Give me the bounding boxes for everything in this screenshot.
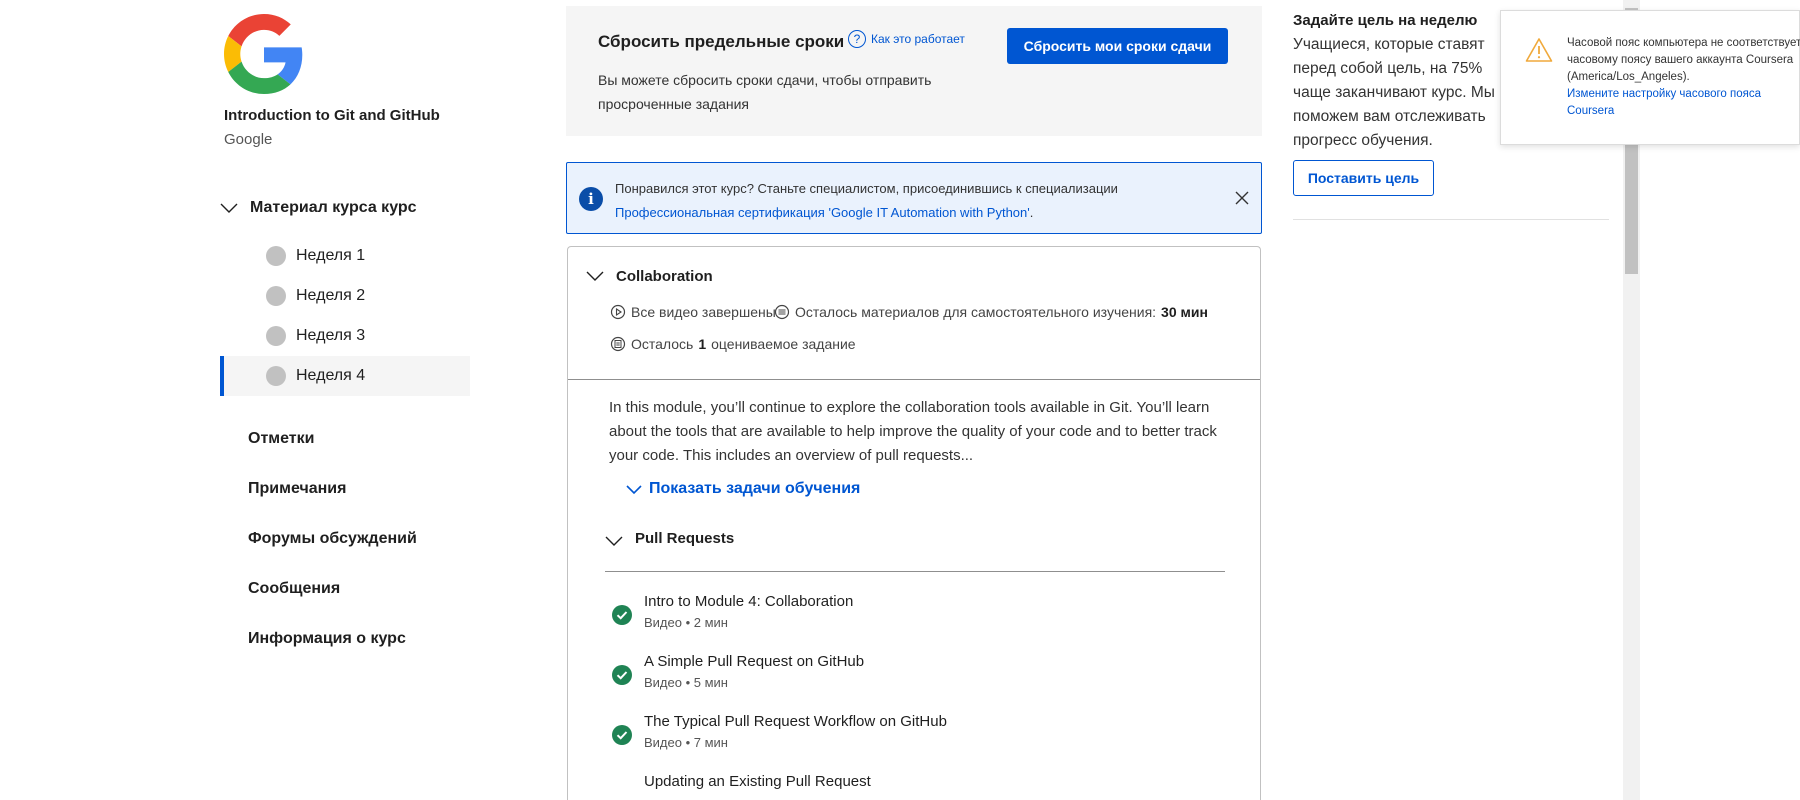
sidebar-item-messages[interactable]: Сообщения <box>248 577 417 627</box>
banner-text: Понравился этот курс? Станьте специалист… <box>615 177 1118 225</box>
toast-line-1: Часовой пояс компьютера не соответствует <box>1567 37 1800 49</box>
module-title: Collaboration <box>616 267 713 285</box>
play-circle-icon <box>610 304 626 320</box>
chevron-down-icon <box>626 485 642 495</box>
toast-line-3: (America/Los_Angeles). <box>1567 71 1690 83</box>
sidebar-item-week-1[interactable]: Неделя 1 <box>220 236 470 276</box>
module-header: Collaboration Все видео завершены Остало… <box>568 247 1260 380</box>
sidebar-item-notes[interactable]: Примечания <box>248 477 417 527</box>
check-circle-icon <box>612 725 632 745</box>
list-item[interactable]: A Simple Pull Request on GitHub Видео • … <box>612 653 1212 713</box>
banner-message: Понравился этот курс? Станьте специалист… <box>615 181 1118 196</box>
item-meta: Видео • 7 мин <box>644 735 728 750</box>
lesson-toggle-pull-requests[interactable]: Pull Requests <box>605 530 1225 572</box>
item-type: Видео <box>644 615 682 630</box>
list-item[interactable]: Updating an Existing Pull Request <box>612 773 1212 800</box>
weekly-goal-title: Задайте цель на неделю <box>1293 12 1478 29</box>
item-type: Видео <box>644 675 682 690</box>
weekly-goal-text: Учащиеся, которые ставят перед собой цел… <box>1293 36 1495 149</box>
course-material-label: Материал курса курс <box>250 199 417 216</box>
module-description: In this module, you’ll continue to explo… <box>609 399 1217 464</box>
item-name: The Typical Pull Request Workflow on Git… <box>644 713 947 730</box>
item-duration: 5 мин <box>693 675 728 690</box>
change-timezone-link-cont[interactable]: Coursera <box>1567 105 1614 117</box>
graded-status: Осталось 1 оцениваемое задание <box>610 336 856 352</box>
chevron-down-icon <box>605 536 623 546</box>
list-item[interactable]: Intro to Module 4: Collaboration Видео •… <box>612 593 1212 653</box>
chevron-down-icon <box>586 271 604 281</box>
sidebar-item-course-info[interactable]: Информация о курс <box>248 627 417 677</box>
progress-dot-icon <box>266 366 286 386</box>
check-circle-icon <box>612 665 632 685</box>
week-label: Неделя 1 <box>296 247 366 264</box>
reset-deadlines-description: Вы можете сбросить сроки сдачи, чтобы от… <box>598 72 932 112</box>
info-icon: i <box>579 187 603 211</box>
reset-deadlines-panel: Сбросить предельные сроки ? Как это рабо… <box>566 6 1262 136</box>
divider <box>1293 219 1609 220</box>
progress-dot-icon <box>266 286 286 306</box>
week-list: Неделя 1 Неделя 2 Неделя 3 Неделя 4 <box>220 236 470 396</box>
timezone-warning-toast: Часовой пояс компьютера не соответствует… <box>1500 10 1800 145</box>
item-name: Intro to Module 4: Collaboration <box>644 593 854 610</box>
item-duration: 2 мин <box>693 615 728 630</box>
module-card: Collaboration Все видео завершены Остало… <box>567 246 1261 800</box>
item-name: Updating an Existing Pull Request <box>644 773 871 790</box>
google-logo-icon[interactable] <box>224 14 304 94</box>
lesson-items: Intro to Module 4: Collaboration Видео •… <box>612 593 1212 800</box>
course-sidebar: Introduction to Git and GitHub Google Ма… <box>220 0 470 800</box>
specialization-banner: i Понравился этот курс? Станьте специали… <box>566 162 1262 234</box>
how-it-works-link[interactable]: ? Как это работает <box>848 30 965 48</box>
progress-dot-icon <box>266 326 286 346</box>
videos-status-label: Все видео завершены <box>631 304 776 320</box>
week-label: Неделя 4 <box>296 367 366 384</box>
item-type: Видео <box>644 735 682 750</box>
assignment-icon <box>610 336 626 352</box>
reading-status: Осталось материалов для самостоятельного… <box>774 304 1208 320</box>
sidebar-item-forums[interactable]: Форумы обсуждений <box>248 527 417 577</box>
reading-icon <box>774 304 790 320</box>
course-material-toggle[interactable]: Материал курса курс <box>220 196 417 220</box>
item-name: A Simple Pull Request on GitHub <box>644 653 865 670</box>
item-duration: 7 мин <box>693 735 728 750</box>
show-learning-objectives-label: Показать задачи обучения <box>649 480 861 497</box>
reading-status-value: 30 мин <box>1161 304 1208 320</box>
course-partner: Google <box>224 131 273 148</box>
show-learning-objectives-button[interactable]: Показать задачи обучения <box>626 480 860 498</box>
item-meta: Видео • 2 мин <box>644 615 728 630</box>
graded-status-prefix: Осталось <box>631 336 694 352</box>
module-toggle[interactable]: Collaboration <box>586 267 713 285</box>
course-title[interactable]: Introduction to Git and GitHub <box>224 107 440 124</box>
timezone-warning-text: Часовой пояс компьютера не соответствует… <box>1567 35 1800 120</box>
close-icon[interactable] <box>1233 189 1251 207</box>
progress-dot-icon <box>266 246 286 266</box>
graded-status-suffix: оцениваемое задание <box>711 336 856 352</box>
sidebar-item-week-2[interactable]: Неделя 2 <box>220 276 470 316</box>
sidebar-item-week-4[interactable]: Неделя 4 <box>220 356 470 396</box>
chevron-down-icon <box>220 203 238 213</box>
sidebar-nav: Отметки Примечания Форумы обсуждений Соо… <box>248 427 417 677</box>
list-item[interactable]: The Typical Pull Request Workflow on Git… <box>612 713 1212 773</box>
sidebar-item-grades[interactable]: Отметки <box>248 427 417 477</box>
set-goal-button[interactable]: Поставить цель <box>1293 160 1434 196</box>
item-meta: Видео • 5 мин <box>644 675 728 690</box>
specialization-link[interactable]: Профессиональная сертификация 'Google IT… <box>615 205 1030 220</box>
check-circle-icon <box>612 605 632 625</box>
sidebar-item-week-3[interactable]: Неделя 3 <box>220 316 470 356</box>
banner-link-suffix: . <box>1029 205 1034 220</box>
videos-status: Все видео завершены <box>610 304 776 320</box>
change-timezone-link[interactable]: Измените настройку часового пояса <box>1567 88 1761 100</box>
lesson-title: Pull Requests <box>635 530 735 547</box>
help-icon: ? <box>848 30 866 48</box>
toast-line-2: часовому поясу вашего аккаунта Coursera <box>1567 54 1794 66</box>
reset-deadlines-title: Сбросить предельные сроки <box>598 32 845 51</box>
week-label: Неделя 3 <box>296 327 366 344</box>
how-it-works-label: Как это работает <box>871 32 965 46</box>
warning-icon <box>1525 38 1553 62</box>
reset-deadlines-button[interactable]: Сбросить мои сроки сдачи <box>1007 28 1228 64</box>
graded-status-count: 1 <box>698 336 707 352</box>
week-label: Неделя 2 <box>296 287 366 304</box>
reading-status-prefix: Осталось материалов для самостоятельного… <box>795 304 1157 320</box>
